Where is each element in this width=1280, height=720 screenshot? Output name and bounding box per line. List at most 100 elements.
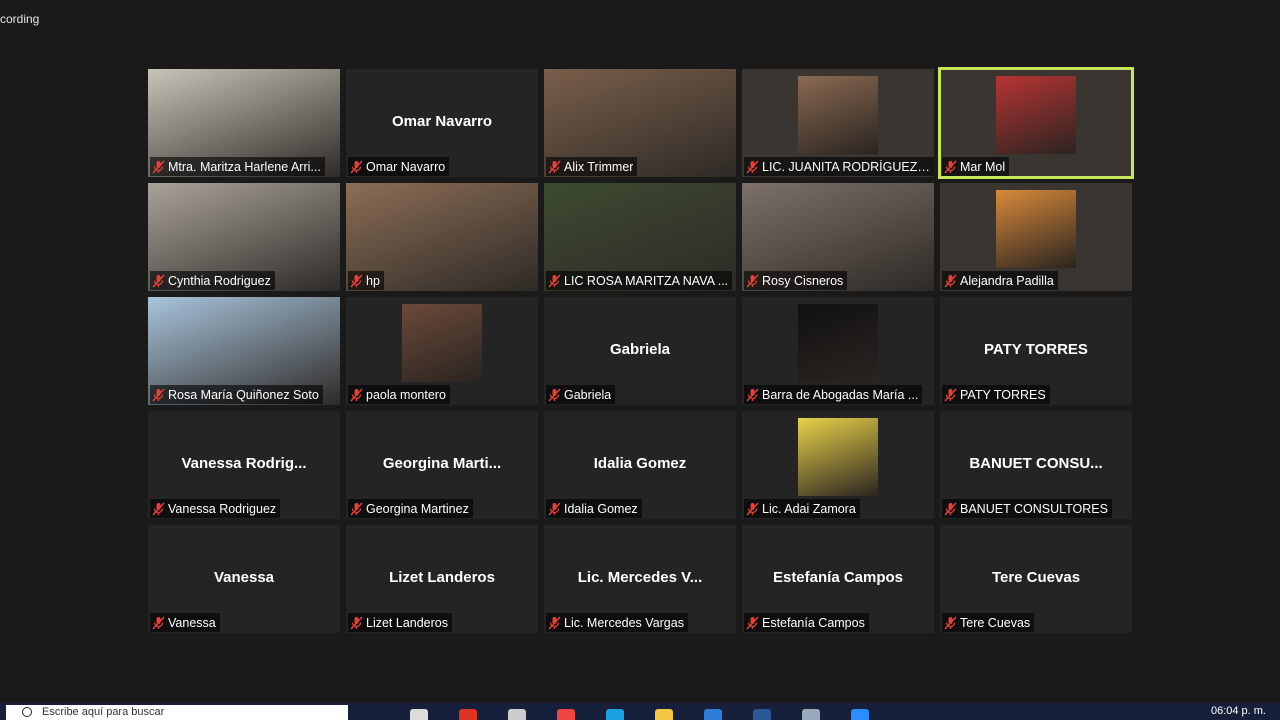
participant-name-bar: Barra de Abogadas María ...: [744, 385, 923, 404]
participant-tile[interactable]: Estefanía Campos Estefanía Campos: [742, 525, 934, 633]
mic-muted-icon: [350, 501, 363, 516]
participant-name: Omar Navarro: [366, 159, 446, 174]
mic-muted-icon: [152, 159, 165, 174]
participant-name: Idalia Gomez: [564, 501, 638, 516]
participant-name: Lizet Landeros: [366, 615, 449, 630]
mic-muted-icon: [746, 273, 759, 288]
participant-gallery: Mtra. Maritza Harlene Arri... Omar Navarr…: [148, 67, 1134, 633]
participant-center-name: Georgina Marti...: [382, 455, 502, 472]
participant-name-bar: Alejandra Padilla: [942, 271, 1058, 290]
participant-name-bar: Estefanía Campos: [744, 613, 869, 632]
mic-muted-icon: [746, 159, 759, 174]
participant-tile[interactable]: Rosy Cisneros: [742, 183, 934, 291]
participant-center-name: Lic. Mercedes V...: [577, 569, 703, 586]
mic-muted-icon: [548, 273, 561, 288]
participant-name-bar: Cynthia Rodriguez: [150, 271, 275, 290]
participant-name: Lic. Adai Zamora: [762, 501, 856, 516]
mic-muted-icon: [152, 615, 165, 630]
app-red-icon[interactable]: [459, 709, 477, 720]
participant-center-name: BANUET CONSU...: [969, 455, 1103, 472]
mic-muted-icon: [746, 615, 759, 630]
participant-tile[interactable]: Alejandra Padilla: [940, 183, 1132, 291]
mic-muted-icon: [548, 387, 561, 402]
participant-name: paola montero: [366, 387, 446, 402]
participant-avatar: [996, 76, 1076, 154]
participant-name-bar: paola montero: [348, 385, 450, 404]
taskbar-search-box[interactable]: Escribe aquí para buscar: [6, 705, 348, 720]
participant-tile[interactable]: Cynthia Rodriguez: [148, 183, 340, 291]
participant-avatar: [798, 304, 878, 382]
participant-name: Rosa María Quiñonez Soto: [168, 387, 319, 402]
mic-muted-icon: [944, 501, 957, 516]
task-view-icon[interactable]: [410, 709, 428, 720]
participant-tile[interactable]: Rosa María Quiñonez Soto: [148, 297, 340, 405]
search-icon: [22, 707, 32, 717]
participant-center-name: Estefanía Campos: [772, 569, 904, 586]
participant-name-bar: Rosy Cisneros: [744, 271, 848, 290]
participant-tile[interactable]: Idalia Gomez Idalia Gomez: [544, 411, 736, 519]
mic-muted-icon: [944, 615, 957, 630]
mic-muted-icon: [350, 387, 363, 402]
participant-tile[interactable]: Vanessa Vanessa: [148, 525, 340, 633]
participant-name: BANUET CONSULTORES: [960, 501, 1108, 516]
participant-avatar: [996, 190, 1076, 268]
edge-icon[interactable]: [606, 709, 624, 720]
participant-name-bar: hp: [348, 271, 384, 290]
participant-center-name: Vanessa: [213, 569, 275, 586]
participant-tile[interactable]: Lic. Adai Zamora: [742, 411, 934, 519]
participant-center-name: PATY TORRES: [984, 341, 1088, 358]
mic-muted-icon: [746, 387, 759, 402]
participant-center-name: Omar Navarro: [391, 113, 493, 130]
chrome-icon[interactable]: [557, 709, 575, 720]
mic-muted-icon: [944, 159, 957, 174]
app-icon[interactable]: [802, 709, 820, 720]
participant-name: Cynthia Rodriguez: [168, 273, 271, 288]
participant-tile[interactable]: hp: [346, 183, 538, 291]
word-icon[interactable]: [753, 709, 771, 720]
participant-name: Lic. Mercedes Vargas: [564, 615, 684, 630]
store-icon[interactable]: [508, 709, 526, 720]
participant-name: Barra de Abogadas María ...: [762, 387, 919, 402]
participant-tile[interactable]: Mar Mol: [938, 67, 1134, 179]
participant-tile[interactable]: Lic. Mercedes V... Lic. Mercedes Vargas: [544, 525, 736, 633]
mic-muted-icon: [350, 273, 363, 288]
participant-tile[interactable]: PATY TORRES PATY TORRES: [940, 297, 1132, 405]
participant-name-bar: Gabriela: [546, 385, 616, 404]
participant-name: LIC. JUANITA RODRÍGUEZ Z...: [762, 159, 932, 174]
participant-tile[interactable]: BANUET CONSU... BANUET CONSULTORES: [940, 411, 1132, 519]
file-explorer-icon[interactable]: [655, 709, 673, 720]
mic-muted-icon: [152, 501, 165, 516]
participant-tile[interactable]: paola montero: [346, 297, 538, 405]
participant-name: PATY TORRES: [960, 387, 1046, 402]
participant-tile[interactable]: Mtra. Maritza Harlene Arri...: [148, 69, 340, 177]
participant-name: Mtra. Maritza Harlene Arri...: [168, 159, 321, 174]
participant-name-bar: Mar Mol: [942, 157, 1010, 176]
mail-icon[interactable]: [704, 709, 722, 720]
participant-avatar: [798, 418, 878, 496]
participant-tile[interactable]: Omar Navarro Omar Navarro: [346, 69, 538, 177]
participant-tile[interactable]: Vanessa Rodrig... Vanessa Rodriguez: [148, 411, 340, 519]
zoom-icon[interactable]: [851, 709, 869, 720]
participant-name: Vanessa: [168, 615, 216, 630]
participant-center-name: Lizet Landeros: [389, 569, 495, 586]
participant-name-bar: Mtra. Maritza Harlene Arri...: [150, 157, 325, 176]
participant-name: Tere Cuevas: [960, 615, 1031, 630]
participant-name: Rosy Cisneros: [762, 273, 844, 288]
participant-tile[interactable]: Barra de Abogadas María ...: [742, 297, 934, 405]
participant-name: Mar Mol: [960, 159, 1006, 174]
participant-tile[interactable]: Alix Trimmer: [544, 69, 736, 177]
participant-name-bar: Georgina Martinez: [348, 499, 473, 518]
participant-tile[interactable]: Gabriela Gabriela: [544, 297, 736, 405]
participant-name-bar: Idalia Gomez: [546, 499, 642, 518]
participant-tile[interactable]: LIC ROSA MARITZA NAVA ...: [544, 183, 736, 291]
participant-name-bar: BANUET CONSULTORES: [942, 499, 1112, 518]
participant-tile[interactable]: LIC. JUANITA RODRÍGUEZ Z...: [742, 69, 934, 177]
participant-tile[interactable]: Tere Cuevas Tere Cuevas: [940, 525, 1132, 633]
participant-tile[interactable]: Georgina Marti... Georgina Martinez: [346, 411, 538, 519]
search-placeholder: Escribe aquí para buscar: [42, 706, 165, 718]
participant-avatar: [402, 304, 482, 382]
participant-name-bar: Rosa María Quiñonez Soto: [150, 385, 323, 404]
participant-tile[interactable]: Lizet Landeros Lizet Landeros: [346, 525, 538, 633]
taskbar-clock: 06:04 p. m.: [1210, 705, 1266, 717]
participant-avatar: [798, 76, 878, 154]
